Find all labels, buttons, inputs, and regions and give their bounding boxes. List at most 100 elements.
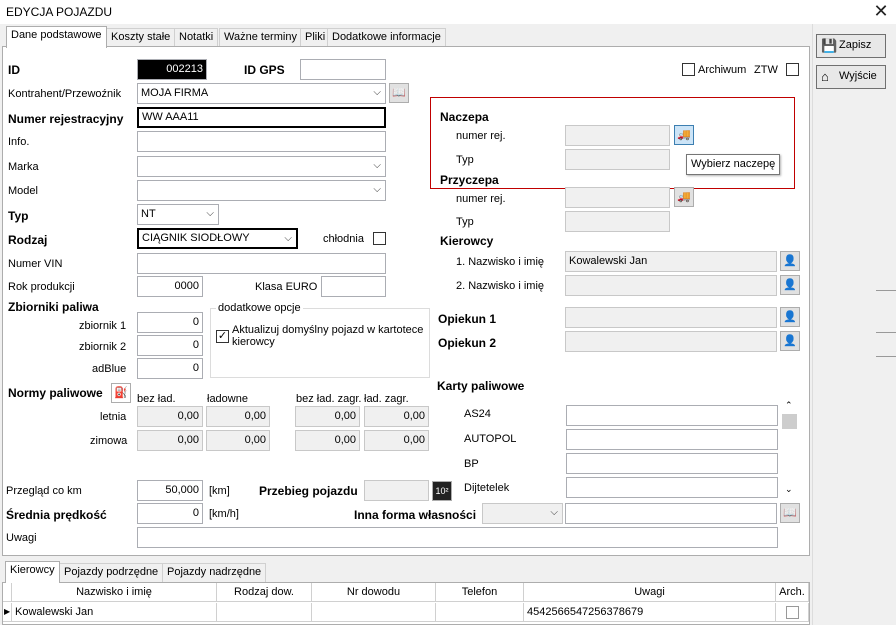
tank1-label: zbiornik 1 — [79, 320, 127, 332]
calculator-icon[interactable]: 10² — [432, 481, 452, 501]
tab-sub-vehicles[interactable]: Pojazdy podrzędne — [59, 563, 164, 582]
tank1-input[interactable]: 0 — [137, 312, 203, 333]
tab-files[interactable]: Pliki — [300, 28, 331, 47]
table-cell[interactable] — [776, 603, 809, 622]
column-header[interactable]: Arch. — [776, 583, 809, 602]
chevron-down-icon[interactable]: ⌄ — [785, 484, 793, 495]
trailer-reg-label: numer rej. — [456, 130, 506, 142]
gps-input[interactable] — [300, 59, 386, 80]
id-field[interactable]: 002213 — [137, 59, 207, 80]
tab-notes[interactable]: Notatki — [174, 28, 219, 47]
inspection-input[interactable]: 50,000 — [137, 480, 203, 501]
norm-col-empty: bez ład. — [137, 393, 176, 405]
fuel-card-input[interactable] — [566, 405, 778, 426]
contractor-select[interactable]: MOJA FIRMA ⌵ — [137, 83, 386, 104]
winter-loaded-input[interactable]: 0,00 — [206, 430, 270, 451]
semitrailer-type-input[interactable] — [565, 211, 670, 232]
table-cell[interactable]: 4542566547256378679 — [524, 603, 776, 622]
driver1-input[interactable]: Kowalewski Jan — [565, 251, 777, 272]
table-cell[interactable] — [436, 603, 524, 622]
drivers-title: Kierowcy — [440, 234, 494, 248]
avg-speed-input[interactable]: 0 — [137, 503, 203, 524]
arch-checkbox[interactable] — [786, 606, 799, 619]
fuel-card-input[interactable] — [566, 453, 778, 474]
semitrailer-reg-input[interactable] — [565, 187, 670, 208]
tab-basic[interactable]: Dane podstawowe — [6, 26, 107, 48]
tab-fixed-costs[interactable]: Koszty stałe — [106, 28, 176, 47]
model-label: Model — [8, 185, 38, 197]
book-icon[interactable]: 📖 — [780, 503, 800, 523]
reg-input[interactable]: WW AAA11 — [137, 107, 386, 128]
kmh-unit: [km/h] — [209, 508, 239, 520]
brand-select[interactable]: ⌵ — [137, 156, 386, 177]
person-icon[interactable]: 👤 — [780, 307, 800, 327]
column-header[interactable]: Telefon — [436, 583, 524, 602]
summer-empty-abroad-input[interactable]: 0,00 — [295, 406, 360, 427]
summer-empty-input[interactable]: 0,00 — [137, 406, 203, 427]
truck-icon[interactable]: 🚚 — [674, 125, 694, 145]
type-select[interactable]: NT ⌵ — [137, 204, 219, 225]
cold-label: chłodnia — [323, 233, 364, 245]
column-header[interactable]: Nr dowodu — [312, 583, 436, 602]
tank2-input[interactable]: 0 — [137, 335, 203, 356]
window-title: EDYCJA POJAZDU — [6, 5, 113, 19]
chevron-down-icon: ⌵ — [550, 507, 558, 518]
kind-select[interactable]: CIĄGNIK SIODŁOWY ⌵ — [137, 228, 298, 249]
person-icon[interactable]: 👤 — [780, 275, 800, 295]
cold-checkbox[interactable] — [373, 232, 386, 245]
winter-loaded-abroad-input[interactable]: 0,00 — [364, 430, 429, 451]
adblue-input[interactable]: 0 — [137, 358, 203, 379]
trailer-type-input[interactable] — [565, 149, 670, 170]
home-icon: ⌂ — [821, 69, 829, 84]
winter-empty-input[interactable]: 0,00 — [137, 430, 203, 451]
info-input[interactable] — [137, 131, 386, 152]
fuel-card-input[interactable] — [566, 477, 778, 498]
column-header[interactable]: Uwagi — [524, 583, 776, 602]
scrollbar-thumb[interactable] — [782, 414, 797, 429]
fuel-card-input[interactable] — [566, 429, 778, 450]
vin-input[interactable] — [137, 253, 386, 274]
euro-input[interactable] — [321, 276, 386, 297]
table-cell[interactable] — [217, 603, 312, 622]
column-header[interactable]: Nazwisko i imię — [12, 583, 217, 602]
ownership-input[interactable] — [565, 503, 777, 524]
update-default-checkbox[interactable]: ✓ — [216, 330, 229, 343]
column-header[interactable]: Rodzaj dow. — [217, 583, 312, 602]
chevron-up-icon[interactable]: ⌃ — [785, 400, 793, 411]
tab-additional[interactable]: Dodatkowe informacje — [327, 28, 446, 47]
ownership-select[interactable]: ⌵ — [482, 503, 563, 524]
model-select[interactable]: ⌵ — [137, 180, 386, 201]
table-cell[interactable] — [312, 603, 436, 622]
archive-checkbox[interactable] — [682, 63, 695, 76]
year-input[interactable]: 0000 — [137, 276, 203, 297]
fuel-cards-scrollbar[interactable]: ⌃ ⌄ — [780, 398, 800, 498]
row-pointer-icon: ▶ — [3, 603, 12, 622]
guardian1-input[interactable] — [565, 307, 777, 328]
person-icon[interactable]: 👤 — [780, 251, 800, 271]
bottom-tab-strip: Kierowcy Pojazdy podrzędne Pojazdy nadrz… — [2, 560, 810, 583]
driver2-input[interactable] — [565, 275, 777, 296]
adblue-label: adBlue — [92, 363, 127, 375]
trailer-type-label: Typ — [456, 154, 474, 166]
tab-deadlines[interactable]: Ważne terminy — [219, 28, 302, 47]
tab-drivers[interactable]: Kierowcy — [5, 561, 60, 583]
summer-loaded-input[interactable]: 0,00 — [206, 406, 270, 427]
summer-loaded-abroad-input[interactable]: 0,00 — [364, 406, 429, 427]
fuel-pump-icon[interactable]: ⛽ — [111, 383, 131, 403]
trailer-reg-input[interactable] — [565, 125, 670, 146]
person-icon[interactable]: 👤 — [780, 331, 800, 351]
guardian2-input[interactable] — [565, 331, 777, 352]
exit-button[interactable]: ⌂ Wyjście — [816, 65, 886, 89]
ztw-label: ZTW — [754, 64, 778, 76]
truck-icon[interactable]: 🚚 — [674, 187, 694, 207]
close-icon[interactable]: ✕ — [866, 1, 896, 23]
winter-empty-abroad-input[interactable]: 0,00 — [295, 430, 360, 451]
tab-parent-vehicles[interactable]: Pojazdy nadrzędne — [162, 563, 267, 582]
info-label: Info. — [8, 136, 30, 148]
ztw-checkbox[interactable] — [786, 63, 799, 76]
save-button[interactable]: 💾 Zapisz — [816, 34, 886, 58]
mileage-input[interactable] — [364, 480, 429, 501]
book-icon[interactable]: 📖 — [389, 83, 409, 103]
table-cell[interactable]: Kowalewski Jan — [12, 603, 217, 622]
notes-input[interactable] — [137, 527, 778, 548]
